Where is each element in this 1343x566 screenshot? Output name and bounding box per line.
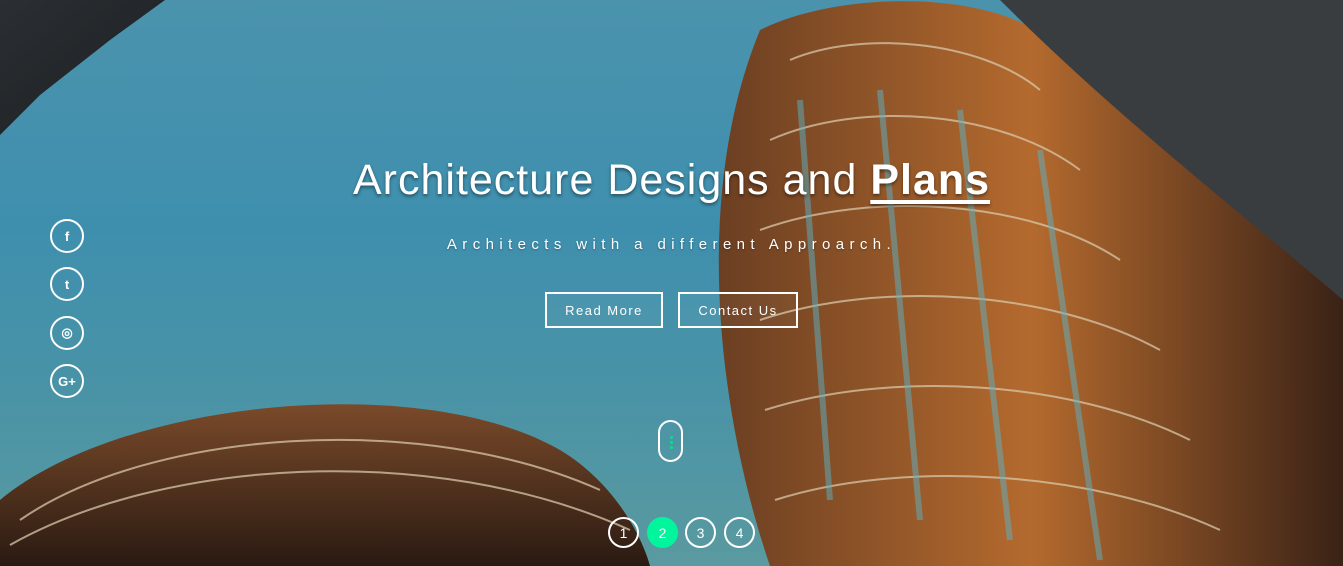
scroll-dot <box>670 441 673 444</box>
scroll-down-indicator[interactable] <box>658 420 683 462</box>
twitter-icon[interactable]: t <box>50 267 84 301</box>
scroll-dot <box>670 436 673 439</box>
slide-page-4[interactable]: 4 <box>724 517 755 548</box>
hero-title: Architecture Designs and Plans <box>0 156 1343 205</box>
facebook-icon[interactable]: f <box>50 219 84 253</box>
hero-subtitle: Architects with a different Approarch. <box>446 236 897 253</box>
hero-section: Architecture Designs and Plans Architect… <box>0 0 1343 566</box>
slide-page-3[interactable]: 3 <box>685 517 716 548</box>
hero-title-accent: Plans <box>870 156 991 204</box>
slide-page-2[interactable]: 2 <box>647 517 678 548</box>
instagram-icon[interactable]: ◎ <box>50 316 84 350</box>
slide-page-1[interactable]: 1 <box>608 517 639 548</box>
scroll-dot <box>670 446 673 449</box>
hero-overlay <box>0 0 1343 566</box>
google-plus-icon[interactable]: G+ <box>50 364 84 398</box>
read-more-button[interactable]: Read More <box>545 292 663 328</box>
contact-us-button[interactable]: Contact Us <box>678 292 798 328</box>
hero-title-main: Architecture Designs and <box>352 156 871 204</box>
